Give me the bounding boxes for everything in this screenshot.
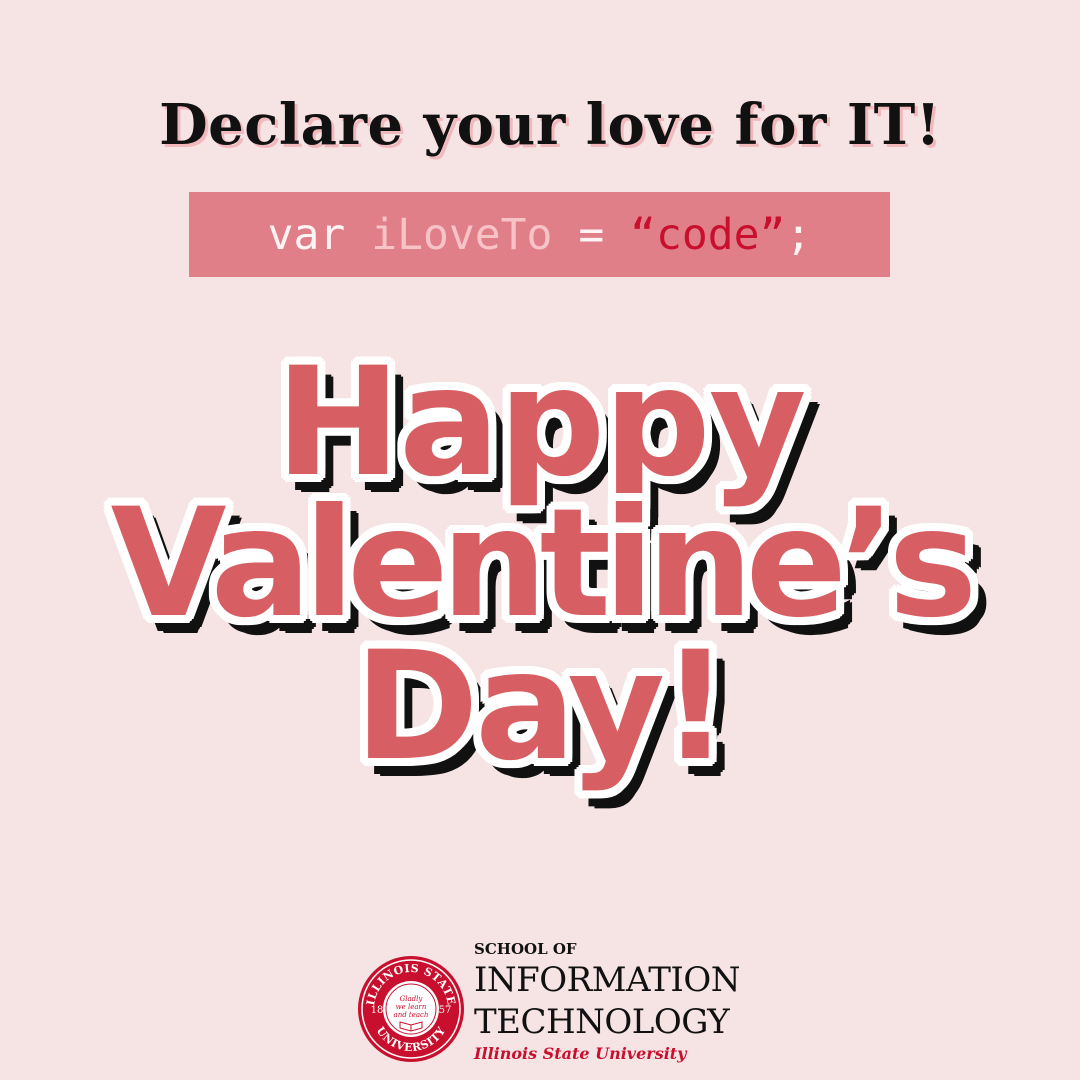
code-keyword: var — [267, 209, 346, 260]
seal-motto-3: and teach — [394, 1011, 429, 1019]
school-name-line-2: TECHNOLOGY — [474, 1002, 730, 1042]
headline: Declare your love for IT! — [159, 92, 941, 158]
seal-year-right: 57 — [439, 1005, 452, 1016]
code-identifier: iLoveTo — [371, 209, 553, 260]
seal-motto-1: Gladly — [400, 995, 424, 1003]
school-logo: ILLINOIS STATE UNIVERSITY 18 57 Gladly w… — [356, 940, 756, 1070]
greeting-line-valentines: Valentine’s — [110, 477, 978, 651]
seal-year-left: 18 — [371, 1005, 384, 1016]
university-seal-icon: ILLINOIS STATE UNIVERSITY 18 57 Gladly w… — [358, 956, 464, 1062]
greeting-line-happy: Happy — [275, 336, 806, 510]
school-of-label: SCHOOL OF — [474, 940, 577, 958]
school-name-line-1: INFORMATION — [474, 960, 741, 1000]
seal-motto-2: we learn — [396, 1003, 427, 1011]
university-name: Illinois State University — [474, 1044, 687, 1063]
code-operator: = — [578, 209, 605, 260]
code-string: “code” — [630, 209, 786, 260]
valentines-greeting: Happy Valentine’s Day! — [0, 336, 1080, 794]
greeting-line-day: Day! — [354, 620, 729, 794]
code-terminator: ; — [785, 209, 812, 260]
code-snippet: var iLoveTo = “code”; — [189, 192, 890, 277]
